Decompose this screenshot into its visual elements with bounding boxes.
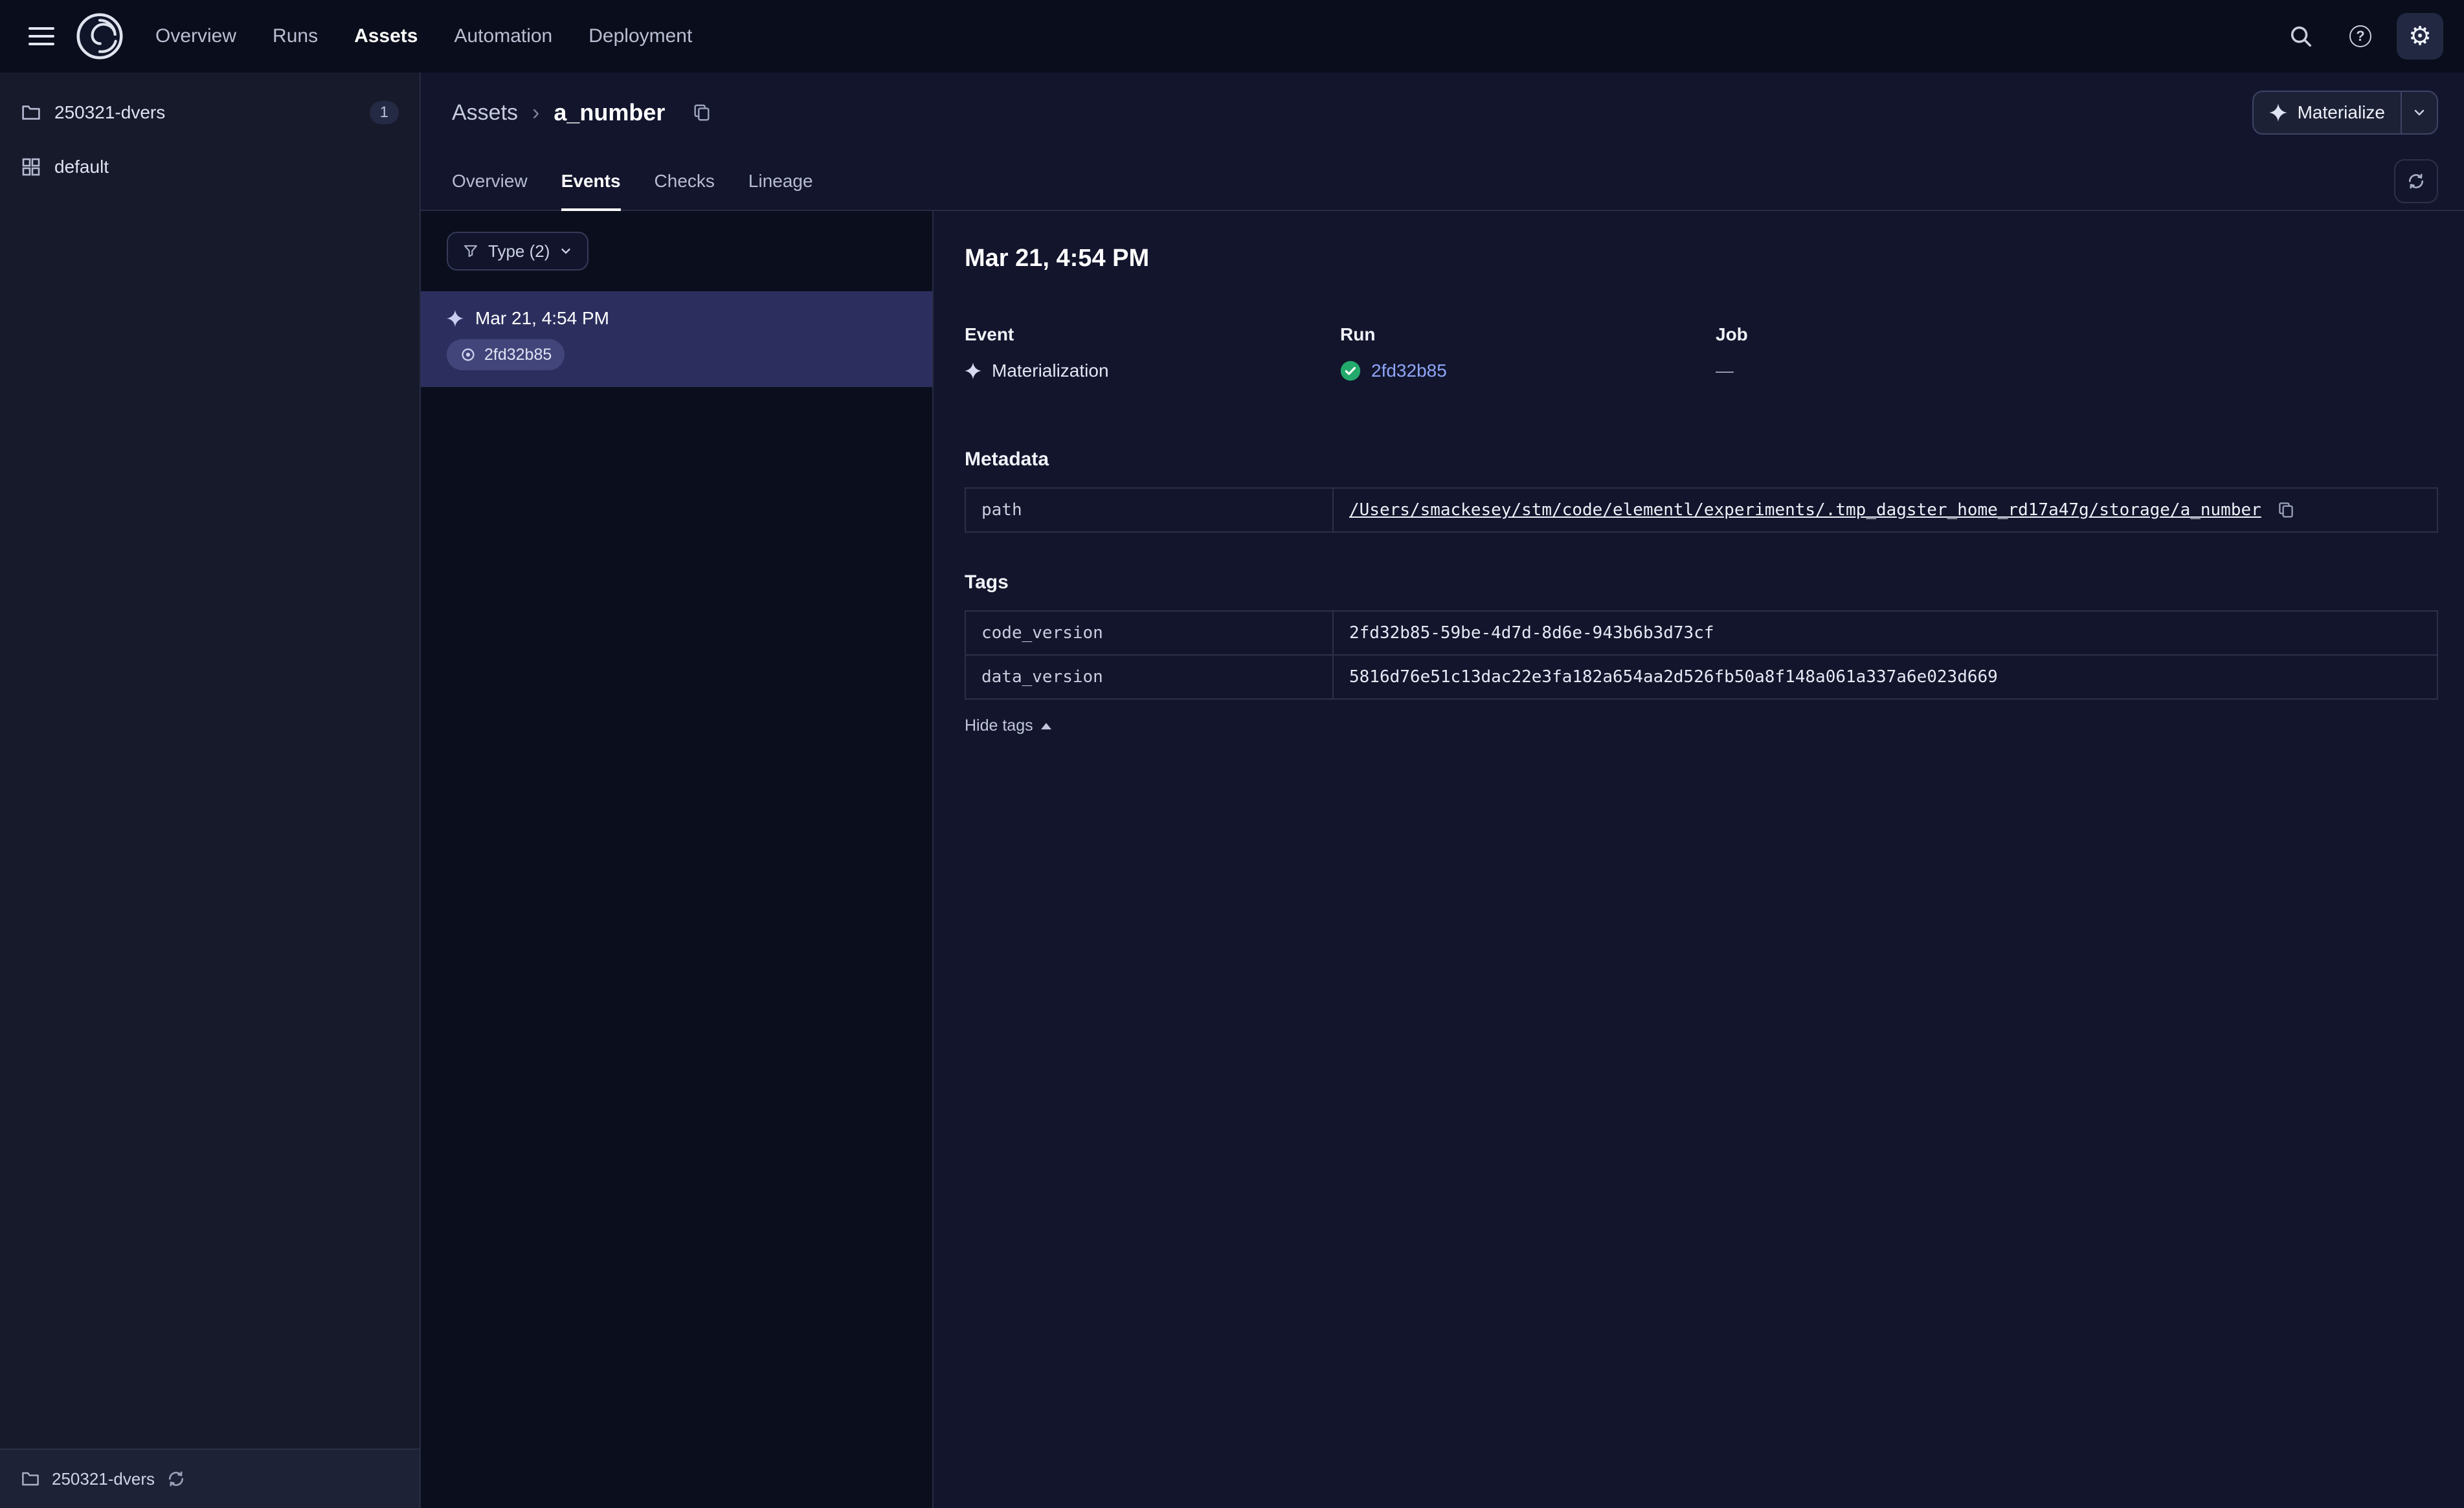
event-timestamp: Mar 21, 4:54 PM: [475, 308, 609, 328]
run-id-link[interactable]: 2fd32b85: [1371, 360, 1447, 381]
event-detail-panel: Mar 21, 4:54 PM Event Materialization Ru…: [934, 211, 2464, 1508]
top-nav: Overview Runs Assets Automation Deployme…: [0, 0, 2464, 72]
help-button[interactable]: ?: [2337, 13, 2384, 60]
copy-icon: [2279, 502, 2293, 518]
materialize-dropdown-button[interactable]: [2401, 92, 2437, 133]
run-status-icon: [462, 348, 475, 361]
caret-up-icon: [1040, 722, 1051, 729]
dagster-logo-icon[interactable]: [75, 12, 124, 61]
search-button[interactable]: [2278, 13, 2324, 60]
refresh-button[interactable]: [2394, 159, 2438, 203]
tag-key: data_version: [965, 654, 1334, 700]
breadcrumb-assets-link[interactable]: Assets: [452, 100, 518, 126]
sidebar-item-default[interactable]: default: [0, 140, 420, 194]
tags-table: code_version 2fd32b85-59be-4d7d-8d6e-943…: [965, 610, 2438, 700]
metadata-path-link[interactable]: /Users/smackesey/stm/code/elementl/exper…: [1349, 500, 2261, 520]
sidebar-group-row[interactable]: 250321-dvers 1: [0, 85, 420, 140]
materialize-label: Materialize: [2297, 102, 2385, 122]
job-column-label: Job: [1716, 324, 1748, 344]
event-run-id: 2fd32b85: [484, 345, 552, 364]
metadata-section: Metadata path /Users/smackesey/stm/code/…: [965, 449, 2438, 533]
table-row: code_version 2fd32b85-59be-4d7d-8d6e-943…: [965, 610, 2438, 656]
tags-heading: Tags: [965, 571, 1009, 593]
folder-icon: [22, 1472, 39, 1486]
breadcrumb: Assets › a_number: [452, 99, 711, 126]
metadata-table: path /Users/smackesey/stm/code/elementl/…: [965, 487, 2438, 533]
sparkle-icon: [2268, 104, 2287, 122]
nav-item-automation[interactable]: Automation: [454, 25, 552, 47]
asset-tabs: Overview Events Checks Lineage: [452, 153, 2438, 211]
filter-icon: [464, 245, 477, 258]
chevron-down-icon: [561, 249, 571, 254]
materialize-button[interactable]: Materialize: [2254, 92, 2401, 133]
gear-icon: ⚙: [2408, 21, 2432, 51]
metadata-key: path: [965, 487, 1334, 533]
asset-header: Assets › a_number Materialize Overview E…: [421, 72, 2464, 211]
hamburger-menu-icon[interactable]: [28, 27, 54, 45]
tag-value: 2fd32b85-59be-4d7d-8d6e-943b6b3d73cf: [1332, 610, 2438, 656]
help-icon: ?: [2349, 25, 2371, 47]
metadata-heading: Metadata: [965, 449, 1049, 470]
event-type-filter[interactable]: Type (2): [447, 232, 589, 271]
event-detail-title: Mar 21, 4:54 PM: [965, 245, 1150, 272]
hide-tags-label: Hide tags: [965, 716, 1033, 735]
asset-group-icon: [22, 158, 40, 176]
tag-key: code_version: [965, 610, 1334, 656]
run-column-label: Run: [1340, 324, 1376, 344]
breadcrumb-separator: ›: [532, 100, 540, 125]
event-list-item[interactable]: Mar 21, 4:54 PM 2fd32b85: [421, 291, 932, 387]
tab-overview[interactable]: Overview: [452, 153, 528, 210]
filter-label: Type (2): [488, 241, 550, 261]
nav-links: Overview Runs Assets Automation Deployme…: [155, 25, 692, 47]
sidebar-group-label: 250321-dvers: [54, 102, 166, 122]
nav-item-runs[interactable]: Runs: [273, 25, 318, 47]
table-row: path /Users/smackesey/stm/code/elementl/…: [965, 487, 2438, 533]
event-type-value: Materialization: [992, 360, 1109, 381]
folder-icon: [22, 105, 40, 120]
copy-path-button[interactable]: [2277, 501, 2295, 519]
event-run-chip: 2fd32b85: [447, 339, 565, 370]
hide-tags-toggle[interactable]: Hide tags: [965, 716, 1051, 735]
page-title: a_number: [554, 99, 666, 126]
tags-section: Tags code_version 2fd32b85-59be-4d7d-8d6…: [965, 571, 2438, 736]
materialization-icon: [447, 310, 464, 327]
asset-sidebar: 250321-dvers 1 default 250321-dvers: [0, 72, 421, 1508]
search-icon: [2290, 26, 2312, 47]
event-list-panel: Type (2) Mar 21, 4:54 PM 2fd32b85: [421, 211, 934, 1508]
nav-item-deployment[interactable]: Deployment: [588, 25, 692, 47]
table-row: data_version 5816d76e51c13dac22e3fa182a6…: [965, 654, 2438, 700]
event-column-label: Event: [965, 324, 1014, 344]
tab-events[interactable]: Events: [561, 153, 621, 211]
reload-location-icon[interactable]: [166, 1469, 186, 1489]
tab-checks[interactable]: Checks: [655, 153, 715, 210]
nav-right-actions: ? ⚙: [2278, 13, 2443, 60]
nav-item-assets[interactable]: Assets: [354, 25, 418, 47]
tag-value: 5816d76e51c13dac22e3fa182a654aa2d526fb50…: [1332, 654, 2438, 700]
job-value: —: [1716, 360, 1734, 381]
success-check-icon: [1340, 360, 1361, 381]
materialization-icon: [965, 362, 981, 379]
chevron-down-icon: [2414, 109, 2425, 116]
sidebar-footer: 250321-dvers: [0, 1448, 420, 1508]
copy-asset-name-button[interactable]: [692, 103, 711, 122]
nav-item-overview[interactable]: Overview: [155, 25, 236, 47]
copy-icon: [694, 104, 710, 121]
settings-button[interactable]: ⚙: [2397, 13, 2443, 60]
sidebar-group-count-badge: 1: [369, 101, 399, 124]
sidebar-item-label: default: [54, 157, 109, 177]
sidebar-footer-label: 250321-dvers: [52, 1469, 155, 1489]
tab-lineage[interactable]: Lineage: [748, 153, 813, 210]
materialize-split-button: Materialize: [2252, 91, 2438, 135]
refresh-icon: [2408, 173, 2424, 189]
